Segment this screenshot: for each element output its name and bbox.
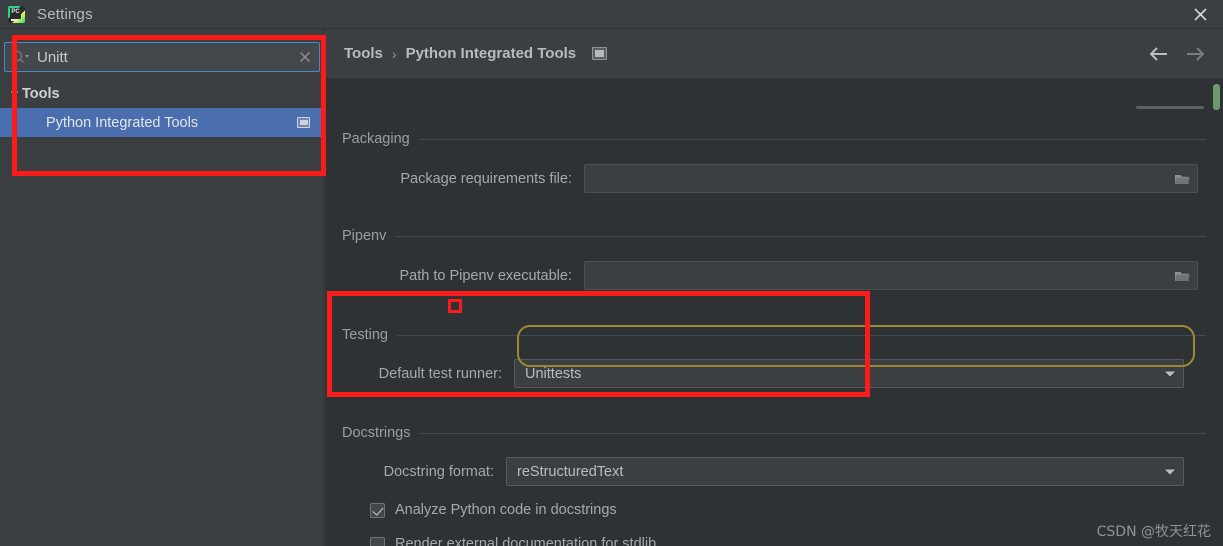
section-title: Packaging (342, 131, 419, 147)
settings-content-panel: Tools › Python Integrated Tools (325, 29, 1223, 546)
tree-group-tools[interactable]: Tools (0, 79, 324, 108)
folder-icon[interactable] (1167, 269, 1197, 283)
breadcrumb: Tools › Python Integrated Tools (325, 29, 1223, 79)
settings-dialog: PC Settings Unitt (0, 0, 1223, 546)
row-package-requirements: Package requirements file: (342, 164, 1206, 193)
package-requirements-input[interactable] (584, 164, 1198, 193)
breadcrumb-separator: › (392, 46, 397, 62)
default-test-runner-select[interactable]: Unittests (514, 359, 1184, 388)
window-title: Settings (37, 6, 93, 23)
breadcrumb-nav (1141, 29, 1213, 79)
checkbox-box[interactable] (370, 537, 385, 546)
pycharm-icon: PC (8, 6, 25, 23)
search-icon[interactable] (5, 49, 35, 65)
row-pipenv-path: Path to Pipenv executable: (342, 261, 1206, 290)
checkbox-box[interactable] (370, 503, 385, 518)
docstring-format-value: reStructuredText (517, 464, 1157, 480)
checkbox-label: Analyze Python code in docstrings (395, 502, 617, 518)
default-test-runner-label: Default test runner: (342, 366, 502, 382)
tree-group-label: Tools (22, 86, 60, 102)
project-settings-icon (592, 47, 607, 60)
default-test-runner-value: Unittests (525, 366, 1157, 382)
chevron-down-icon[interactable] (6, 88, 22, 99)
checkbox-label: Render external documentation for stdlib (395, 536, 656, 546)
folder-icon[interactable] (1167, 172, 1197, 186)
checkbox-render-external-docs[interactable]: Render external documentation for stdlib (370, 536, 656, 546)
docstring-format-select[interactable]: reStructuredText (506, 457, 1184, 486)
row-docstring-format: Docstring format: reStructuredText (342, 457, 1206, 486)
breadcrumb-root[interactable]: Tools (344, 45, 383, 62)
title-bar: PC Settings (0, 0, 1223, 29)
settings-form: Packaging Package requirements file: (325, 79, 1223, 546)
section-title: Docstrings (342, 425, 420, 441)
section-rule (395, 236, 1206, 237)
docstring-format-label: Docstring format: (342, 464, 494, 480)
section-rule (419, 139, 1206, 140)
section-packaging: Packaging (342, 131, 1206, 147)
sidebar-item-label: Python Integrated Tools (46, 115, 297, 131)
arrow-left-icon[interactable] (1141, 36, 1177, 72)
settings-sidebar: Unitt Tools Python Integrated Tools (0, 29, 324, 546)
sidebar-item-python-integrated-tools[interactable]: Python Integrated Tools (0, 108, 324, 137)
horizontal-scrollbar-thumb[interactable] (1136, 106, 1204, 109)
chevron-down-icon[interactable] (1157, 370, 1183, 378)
checkbox-analyze-python-code[interactable]: Analyze Python code in docstrings (370, 502, 617, 518)
section-rule (397, 335, 1206, 336)
watermark: CSDN @牧天红花 (1097, 521, 1211, 541)
clear-icon[interactable] (291, 50, 319, 64)
vertical-scrollbar-track[interactable] (1211, 79, 1223, 546)
chevron-down-icon[interactable] (1157, 468, 1183, 476)
settings-tree: Tools Python Integrated Tools (0, 79, 324, 137)
pipenv-path-label: Path to Pipenv executable: (342, 268, 572, 284)
arrow-right-icon[interactable] (1177, 36, 1213, 72)
search-input[interactable]: Unitt (4, 42, 320, 72)
vertical-scrollbar-thumb[interactable] (1213, 84, 1220, 110)
close-icon[interactable] (1177, 0, 1223, 29)
section-testing: Testing (342, 327, 1206, 343)
search-value[interactable]: Unitt (35, 49, 291, 66)
section-pipenv: Pipenv (342, 228, 1206, 244)
section-title: Testing (342, 327, 397, 343)
breadcrumb-current: Python Integrated Tools (406, 45, 577, 62)
project-settings-icon (297, 117, 310, 128)
pipenv-path-input[interactable] (584, 261, 1198, 290)
section-rule (420, 433, 1207, 434)
section-title: Pipenv (342, 228, 395, 244)
section-docstrings: Docstrings (342, 425, 1206, 441)
package-requirements-label: Package requirements file: (342, 171, 572, 187)
row-default-test-runner: Default test runner: Unittests (342, 359, 1206, 388)
